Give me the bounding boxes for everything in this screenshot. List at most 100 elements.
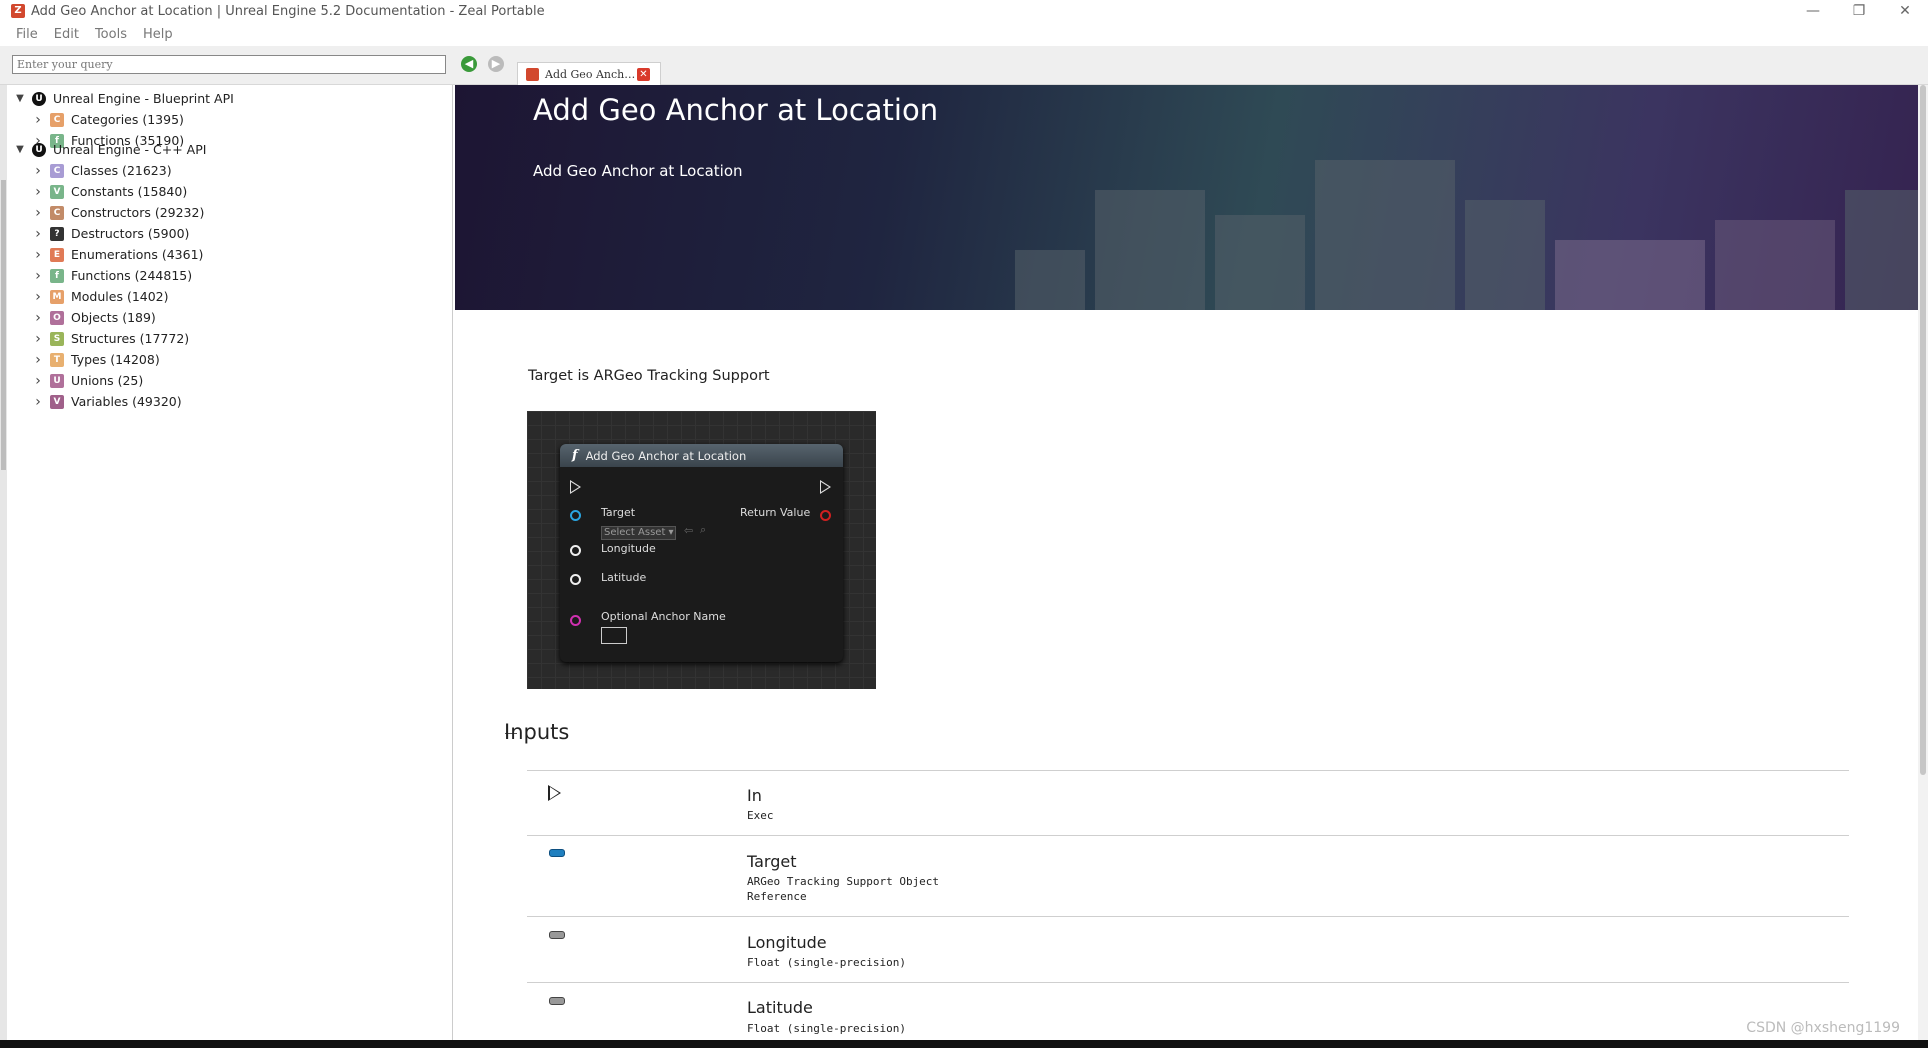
- tree-root-blueprint[interactable]: ▼ U Unreal Engine - Blueprint API: [14, 88, 234, 109]
- chevron-right-icon[interactable]: ›: [32, 247, 44, 263]
- watermark: CSDN @hxsheng1199: [1746, 1020, 1900, 1036]
- category-type-icon: M: [50, 289, 64, 304]
- longitude-pin-label: Longitude: [601, 542, 656, 555]
- content-scrollbar[interactable]: [1918, 85, 1928, 1040]
- chevron-right-icon[interactable]: ›: [32, 226, 44, 242]
- tab-docset-icon: [526, 67, 539, 81]
- function-icon: f: [572, 448, 578, 463]
- tree-root-cpp[interactable]: ▼ U Unreal Engine - C++ API: [14, 139, 206, 160]
- return-value-label: Return Value: [740, 506, 811, 519]
- target-pin-label: Target: [601, 506, 636, 519]
- float-pin-icon: [549, 931, 565, 939]
- unreal-logo-icon: U: [32, 142, 46, 157]
- anchor-name-textbox: [601, 627, 627, 644]
- tree-root-label: Unreal Engine - C++ API: [53, 142, 207, 157]
- tree-item-label: Categories (1395): [71, 112, 184, 127]
- scrollbar-thumb[interactable]: [1, 180, 6, 470]
- close-button[interactable]: ✕: [1882, 0, 1928, 22]
- search-input[interactable]: [12, 55, 446, 74]
- category-type-icon: T: [50, 352, 64, 367]
- tree-item[interactable]: ›? Destructors (5900): [32, 223, 189, 244]
- menu-file[interactable]: File: [16, 27, 38, 42]
- longitude-pin-icon: [570, 545, 581, 556]
- page-title: Add Geo Anchor at Location: [533, 93, 939, 127]
- doc-content: Add Geo Anchor at Location Add Geo Ancho…: [455, 85, 1920, 1040]
- tree-item[interactable]: › V Constants (15840): [32, 181, 187, 202]
- forward-arrow-icon[interactable]: ▶: [488, 56, 504, 72]
- node-title: Add Geo Anchor at Location: [585, 448, 747, 463]
- tree-item[interactable]: › C Constructors (29232): [32, 202, 204, 223]
- input-name-target: Target: [747, 852, 797, 871]
- tree-item-label: Types (14208): [71, 352, 160, 367]
- category-type-icon: O: [50, 310, 64, 325]
- tree-item-label: Modules (1402): [71, 289, 169, 304]
- chevron-right-icon[interactable]: ›: [32, 205, 44, 221]
- target-pin-icon: [570, 510, 581, 521]
- select-asset-dropdown: Select Asset ▾: [601, 526, 676, 540]
- menu-help[interactable]: Help: [143, 27, 173, 42]
- chevron-right-icon[interactable]: ›: [32, 331, 44, 347]
- tree-item-label: Constructors (29232): [71, 205, 205, 220]
- taskbar-edge: [0, 1040, 1928, 1048]
- back-arrow-icon[interactable]: ◀: [461, 56, 477, 72]
- chevron-down-icon[interactable]: ▼: [14, 144, 26, 155]
- docset-tree: ▼ U Unreal Engine - Blueprint API › C Cate…: [0, 85, 453, 1040]
- select-asset-label: Select Asset: [604, 527, 666, 538]
- chevron-right-icon[interactable]: ›: [32, 394, 44, 410]
- node-header: f Add Geo Anchor at Location: [560, 444, 843, 467]
- divider: [527, 770, 1849, 771]
- menu-edit[interactable]: Edit: [54, 27, 79, 42]
- minimize-button[interactable]: —: [1790, 0, 1836, 22]
- anchor-name-pin-icon: [570, 615, 581, 626]
- tree-item[interactable]: › f Functions (244815): [32, 265, 192, 286]
- tree-item[interactable]: › E Enumerations (4361): [32, 244, 203, 265]
- tree-item-label: Enumerations (4361): [71, 247, 204, 262]
- menu-tools[interactable]: Tools: [95, 27, 127, 42]
- float-pin-icon: [549, 997, 565, 1005]
- restore-button[interactable]: ❐: [1836, 0, 1882, 22]
- use-asset-arrow-icon: ⇦: [684, 524, 694, 537]
- object-reference-pin-icon: [549, 849, 565, 857]
- title-bar: Z Add Geo Anchor at Location | Unreal En…: [0, 0, 1928, 22]
- scrollbar-thumb[interactable]: [1920, 85, 1926, 775]
- tree-item[interactable]: › C Categories (1395): [32, 109, 184, 130]
- menu-bar: File Edit Tools Help: [0, 22, 1928, 46]
- tree-root-label: Unreal Engine - Blueprint API: [53, 91, 234, 106]
- category-type-icon: C: [50, 205, 64, 220]
- tree-item[interactable]: › S Structures (17772): [32, 328, 189, 349]
- tree-item-label: Structures (17772): [71, 331, 190, 346]
- tree-item-label: Variables (49320): [71, 394, 182, 409]
- tree-item-label: Destructors (5900): [71, 226, 190, 241]
- latitude-pin-label: Latitude: [601, 571, 647, 584]
- chevron-down-icon[interactable]: ▼: [14, 93, 26, 104]
- inputs-heading: Inputs: [504, 720, 570, 744]
- chevron-right-icon[interactable]: ›: [32, 112, 44, 128]
- tree-item[interactable]: › U Unions (25): [32, 370, 143, 391]
- category-type-icon: f: [50, 268, 64, 283]
- hero-banner: Add Geo Anchor at Location Add Geo Ancho…: [455, 85, 1920, 310]
- divider: [527, 982, 1849, 983]
- chevron-right-icon[interactable]: ›: [32, 289, 44, 305]
- tab-add-geo-anchor[interactable]: Add Geo Anch… ✕: [517, 62, 661, 85]
- chevron-right-icon[interactable]: ›: [32, 373, 44, 389]
- input-name-in: In: [747, 786, 762, 805]
- sidebar-scrollbar[interactable]: [0, 85, 7, 1040]
- tree-item[interactable]: › C Classes (21623): [32, 160, 172, 181]
- browse-search-icon: ⌕: [700, 523, 707, 536]
- tab-label: Add Geo Anch…: [545, 67, 636, 81]
- tree-item-label: Classes (21623): [71, 163, 172, 178]
- chevron-right-icon[interactable]: ›: [32, 310, 44, 326]
- tree-item[interactable]: › O Objects (189): [32, 307, 156, 328]
- input-name-latitude: Latitude: [747, 998, 813, 1017]
- tree-item[interactable]: › M Modules (1402): [32, 286, 169, 307]
- chevron-right-icon[interactable]: ›: [32, 163, 44, 179]
- tree-item[interactable]: › V Variables (49320): [32, 391, 182, 412]
- chevron-right-icon[interactable]: ›: [32, 268, 44, 284]
- input-name-longitude: Longitude: [747, 933, 827, 952]
- close-icon[interactable]: ✕: [637, 68, 650, 81]
- tree-item-label: Functions (244815): [71, 268, 193, 283]
- tree-item[interactable]: › T Types (14208): [32, 349, 160, 370]
- page-subtitle: Add Geo Anchor at Location: [533, 162, 743, 180]
- chevron-right-icon[interactable]: ›: [32, 352, 44, 368]
- chevron-right-icon[interactable]: ›: [32, 184, 44, 200]
